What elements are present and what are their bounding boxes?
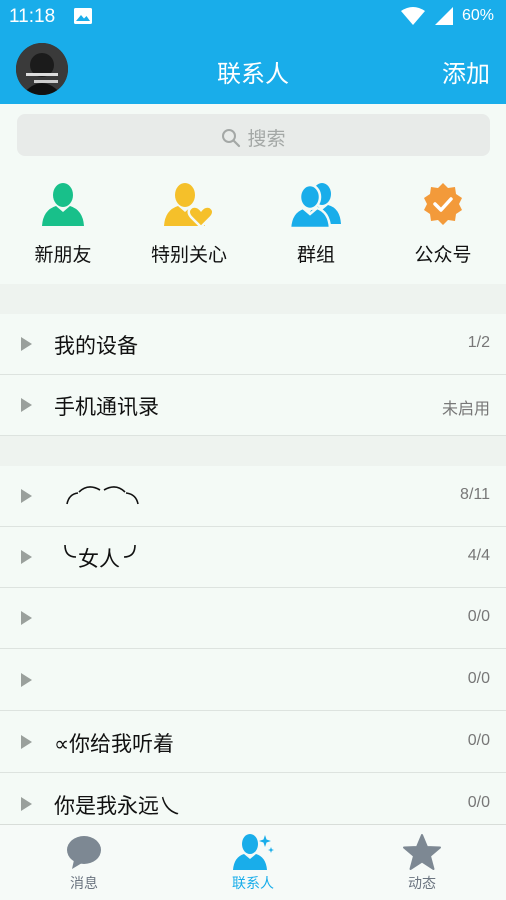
tab-contacts[interactable]: 联系人 [193, 833, 313, 893]
list-item-group[interactable]: 你是我永远乀 0/0 [0, 774, 506, 824]
page-title: 联系人 [217, 60, 289, 88]
app-header: 联系人 添加 [0, 34, 506, 104]
new-friend-icon [42, 183, 84, 226]
gallery-notification-icon [74, 8, 92, 24]
status-bar: 11:18 60% [0, 0, 506, 34]
quick-entry-special-care[interactable]: 特别关心 [126, 180, 252, 267]
quick-entry-group[interactable]: 群组 [253, 180, 379, 267]
search-section: 搜索 [0, 104, 506, 166]
search-placeholder: 搜索 [247, 128, 286, 150]
wifi-icon [400, 7, 425, 25]
expand-arrow-icon [21, 489, 32, 503]
star-icon [403, 834, 441, 870]
quick-entry-label: 新朋友 [34, 244, 92, 266]
expand-arrow-icon [21, 337, 32, 351]
expand-arrow-icon [21, 673, 32, 687]
group-count: 4/4 [467, 547, 490, 564]
special-care-icon [164, 183, 215, 229]
group-name: 手机通讯录 [54, 395, 159, 419]
section-divider [0, 436, 506, 466]
right-bracket-decoration-icon [123, 544, 136, 558]
expand-arrow-icon [21, 735, 32, 749]
tab-moments[interactable]: 动态 [362, 833, 482, 893]
signal-icon [434, 7, 453, 25]
quick-entry-label: 公众号 [414, 244, 472, 266]
message-icon [67, 836, 101, 869]
list-item-group[interactable]: 8/11 [0, 466, 506, 527]
expand-arrow-icon [21, 797, 32, 811]
status-time: 11:18 [9, 6, 56, 27]
tab-label: 消息 [70, 876, 98, 892]
group-name: 你是我永远乀 [54, 794, 180, 818]
public-account-icon [424, 183, 462, 225]
list-item-group[interactable]: ∝你给我听着 0/0 [0, 712, 506, 773]
quick-entry-public-account[interactable]: 公众号 [380, 180, 506, 267]
add-button[interactable]: 添加 [442, 54, 490, 89]
group-name: 我的设备 [54, 334, 138, 358]
tab-messages[interactable]: 消息 [24, 833, 144, 893]
expand-arrow-icon [21, 398, 32, 412]
group-name: ∝你给我听着 [54, 732, 175, 756]
quick-entry-new-friend[interactable]: 新朋友 [0, 180, 126, 267]
list-item-group[interactable]: 0/0 [0, 588, 506, 649]
group-count: 0/0 [467, 794, 490, 811]
list-item-group[interactable]: 0/0 [0, 650, 506, 711]
expand-arrow-icon [21, 550, 32, 564]
search-input[interactable]: 搜索 [17, 114, 490, 156]
eyebrow-decoration-icon [66, 486, 139, 505]
list-item-group[interactable]: 女人 4/4 [0, 527, 506, 588]
tab-label: 联系人 [232, 876, 274, 892]
section-divider [0, 284, 506, 314]
search-icon [222, 128, 241, 147]
list-item-phone-contacts[interactable]: 手机通讯录 未启用 [0, 375, 506, 436]
battery-text: 60% [461, 7, 494, 24]
tab-label: 动态 [408, 876, 436, 892]
quick-entries: 新朋友 特别关心 群组 公众号 [0, 166, 506, 284]
group-count: 0/0 [467, 608, 490, 625]
left-bracket-decoration-icon [64, 544, 77, 558]
quick-entry-label: 特别关心 [150, 244, 227, 266]
group-count: 0/0 [467, 732, 490, 749]
group-count: 8/11 [460, 486, 490, 503]
contacts-icon [233, 834, 274, 870]
expand-arrow-icon [21, 611, 32, 625]
group-icon [288, 183, 341, 230]
bottom-tab-bar: 消息 联系人 动态 [0, 824, 506, 900]
list-item-my-devices[interactable]: 我的设备 1/2 [0, 314, 506, 375]
group-name: 女人 [78, 547, 120, 571]
group-count: 未启用 [441, 399, 490, 418]
quick-entry-label: 群组 [296, 244, 335, 266]
group-count: 0/0 [467, 670, 490, 687]
group-count: 1/2 [467, 334, 490, 351]
